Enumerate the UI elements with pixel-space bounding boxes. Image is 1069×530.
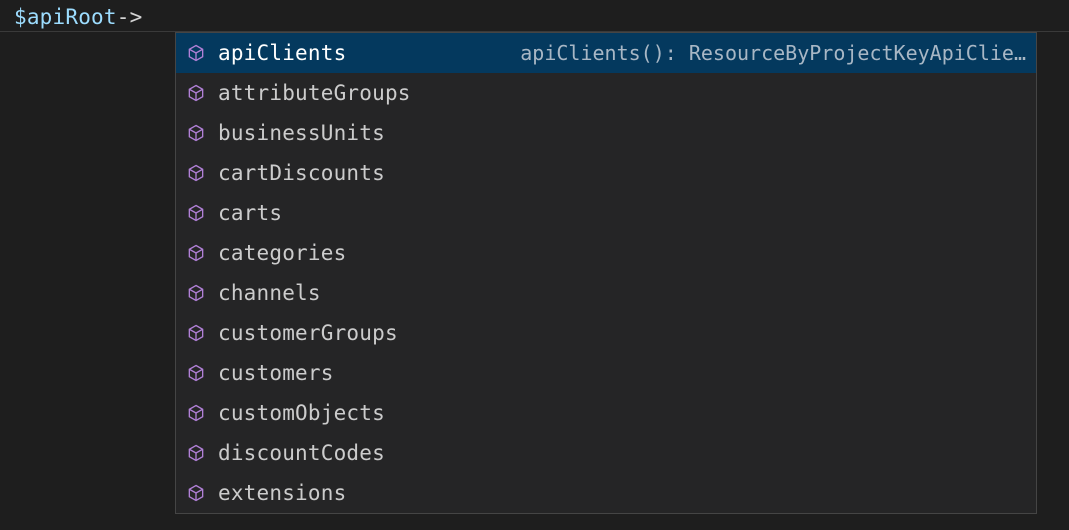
suggestion-label: channels: [218, 281, 321, 305]
suggestion-item[interactable]: customerGroups: [176, 313, 1036, 353]
suggestion-label: customers: [218, 361, 334, 385]
suggestion-item[interactable]: discountCodes: [176, 433, 1036, 473]
suggestion-detail: apiClients(): ResourceByProjectKeyApiCli…: [346, 41, 1026, 65]
suggestion-item[interactable]: cartDiscounts: [176, 153, 1036, 193]
suggestion-label: customObjects: [218, 401, 385, 425]
code-line[interactable]: $apiRoot->: [0, 0, 1069, 32]
method-icon: [186, 123, 206, 143]
suggestion-label: categories: [218, 241, 346, 265]
suggestion-item[interactable]: businessUnits: [176, 113, 1036, 153]
suggestion-label: cartDiscounts: [218, 161, 385, 185]
suggestion-label: discountCodes: [218, 441, 385, 465]
method-icon: [184, 481, 208, 505]
method-icon: [184, 401, 208, 425]
method-icon: [184, 361, 208, 385]
method-icon: [184, 41, 208, 65]
suggestion-item[interactable]: channels: [176, 273, 1036, 313]
method-icon: [186, 203, 206, 223]
suggestion-item[interactable]: categories: [176, 233, 1036, 273]
suggestion-label: businessUnits: [218, 121, 385, 145]
method-icon: [184, 121, 208, 145]
method-icon: [186, 363, 206, 383]
method-icon: [186, 43, 206, 63]
suggestion-item[interactable]: customers: [176, 353, 1036, 393]
method-icon: [186, 283, 206, 303]
autocomplete-popup[interactable]: apiClientsapiClients(): ResourceByProjec…: [175, 32, 1037, 514]
suggestion-label: customerGroups: [218, 321, 398, 345]
suggestion-item[interactable]: attributeGroups: [176, 73, 1036, 113]
method-icon: [184, 161, 208, 185]
suggestion-label: carts: [218, 201, 282, 225]
method-icon: [186, 483, 206, 503]
method-icon: [186, 323, 206, 343]
suggestion-item[interactable]: apiClientsapiClients(): ResourceByProjec…: [176, 33, 1036, 73]
method-icon: [186, 443, 206, 463]
suggestion-label: attributeGroups: [218, 81, 411, 105]
suggestion-item[interactable]: customObjects: [176, 393, 1036, 433]
method-icon: [186, 243, 206, 263]
method-icon: [186, 163, 206, 183]
suggestion-label: extensions: [218, 481, 346, 505]
method-icon: [186, 403, 206, 423]
method-icon: [184, 321, 208, 345]
method-icon: [184, 81, 208, 105]
token-operator: ->: [117, 5, 143, 29]
method-icon: [184, 241, 208, 265]
method-icon: [184, 441, 208, 465]
suggestion-label: apiClients: [218, 41, 346, 65]
token-variable: $apiRoot: [14, 5, 117, 29]
method-icon: [184, 281, 208, 305]
suggestion-item[interactable]: carts: [176, 193, 1036, 233]
method-icon: [186, 83, 206, 103]
method-icon: [184, 201, 208, 225]
suggestion-item[interactable]: extensions: [176, 473, 1036, 513]
